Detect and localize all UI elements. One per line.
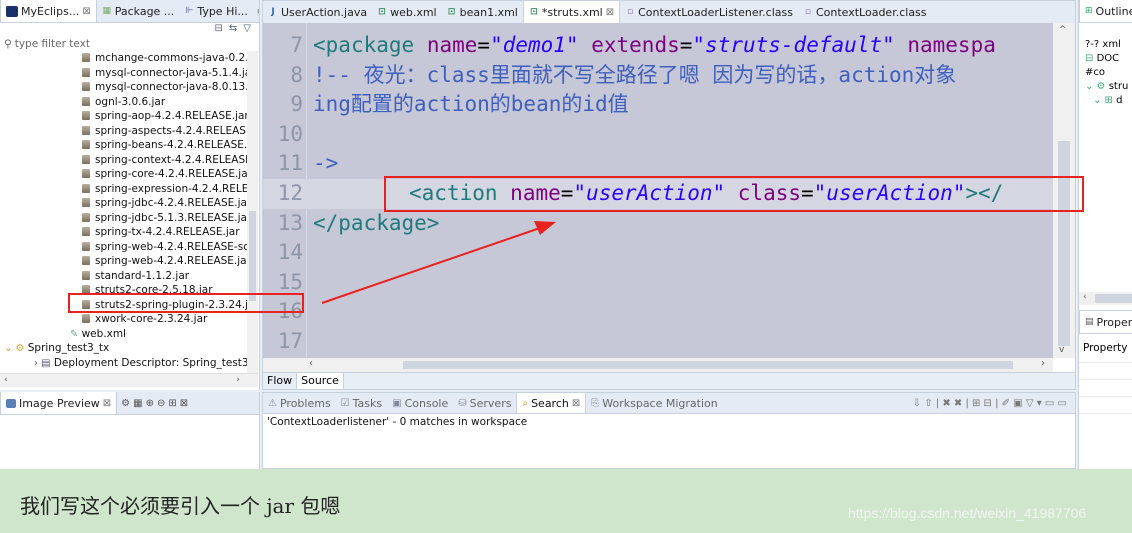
arrow-line	[321, 227, 541, 304]
ide-window: MyEclips... ⊠ ▦ Package ... ⊩ Type Hi...…	[0, 0, 1132, 469]
annotation-arrow	[321, 221, 556, 304]
caption-text: 我们写这个必须要引入一个 jar 包嗯	[20, 494, 341, 518]
arrow-head	[534, 221, 556, 235]
watermark: https://blog.csdn.net/weixin_41987706	[848, 505, 1087, 521]
